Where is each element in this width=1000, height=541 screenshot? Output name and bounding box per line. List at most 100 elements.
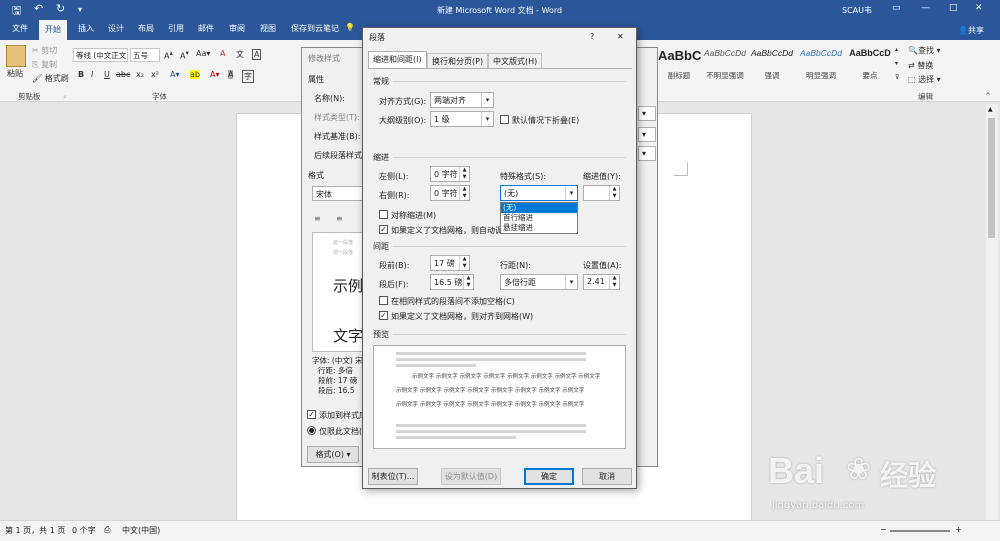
enclose-char-icon[interactable]: 字 <box>242 70 254 83</box>
change-case-icon[interactable]: Aa▾ <box>196 49 210 58</box>
style-emphasis[interactable]: AaBbCcDd 强调 <box>750 48 794 81</box>
style-based-select-arrow[interactable]: ▾ <box>638 127 656 142</box>
styles-down-icon[interactable]: ▾ <box>895 60 898 67</box>
superscript-icon[interactable]: x² <box>151 70 159 79</box>
tab-mailings[interactable]: 邮件 <box>198 23 214 34</box>
replace-button[interactable]: ⇄ 替换 <box>908 60 933 71</box>
ok-button[interactable]: 确定 <box>524 468 574 485</box>
language-indicator[interactable]: 中文(中国) <box>122 525 160 536</box>
at-input[interactable]: 2.41 ▲ ▼ <box>583 274 620 290</box>
left-indent-input[interactable]: 0 字符 ▲ ▼ <box>430 166 470 182</box>
scroll-thumb[interactable] <box>988 118 995 238</box>
zoom-out-icon[interactable]: − <box>880 525 887 534</box>
style-subtle-emphasis[interactable]: AaBbCcDd 不明显强调 <box>702 48 748 81</box>
copy-button[interactable]: ⎘ 复制 <box>32 59 57 70</box>
font-color-icon[interactable]: A▾ <box>210 70 220 79</box>
only-doc-radio[interactable] <box>307 426 316 435</box>
set-default-button[interactable]: 设为默认值(D) <box>441 468 501 485</box>
styles-up-icon[interactable]: ▴ <box>895 46 898 53</box>
tab-references[interactable]: 引用 <box>168 23 184 34</box>
page-count[interactable]: 第 1 页，共 1 页 <box>5 525 65 536</box>
cut-button[interactable]: ✂ 剪切 <box>32 45 57 56</box>
zoom-in-icon[interactable]: + <box>955 525 962 534</box>
redo-icon[interactable]: ↻ <box>56 2 65 15</box>
styles-more-icon[interactable]: ⊽ <box>895 74 899 81</box>
auto-adjust-indent-checkbox[interactable]: ✓ <box>379 225 388 234</box>
spinner-icon[interactable]: ▲ ▼ <box>609 186 619 200</box>
customize-icon[interactable]: ▾ <box>78 5 82 14</box>
font-select[interactable]: 宋体 <box>312 186 364 201</box>
special-indent-select[interactable]: (无) ▾ <box>500 185 578 201</box>
help-button[interactable]: ? <box>590 32 594 41</box>
highlight-icon[interactable]: ab <box>190 70 200 79</box>
maximize-icon[interactable]: □ <box>949 3 958 13</box>
shrink-font-icon[interactable]: A▾ <box>180 49 189 61</box>
italic-button[interactable]: I <box>91 70 93 79</box>
close-icon[interactable]: ✕ <box>975 3 983 13</box>
char-shading-icon[interactable]: A <box>228 70 234 79</box>
tab-indents-spacing[interactable]: 缩进和间距(I) <box>368 51 427 69</box>
word-count[interactable]: 0 个字 <box>72 525 96 536</box>
undo-icon[interactable]: ↶ <box>34 2 43 15</box>
special-indent-dropdown[interactable]: (无) 首行缩进 悬挂缩进 <box>500 202 578 234</box>
style-subtitle[interactable]: AaBbC 副标题 <box>658 48 701 81</box>
paste-icon[interactable] <box>6 45 26 67</box>
spinner-icon[interactable]: ▲ ▼ <box>463 275 473 289</box>
alignment-select[interactable]: 两端对齐 ▾ <box>430 92 494 108</box>
lightbulb-icon[interactable]: 💡 <box>345 23 355 32</box>
next-style-select-arrow[interactable]: ▾ <box>638 146 656 161</box>
format-painter-button[interactable]: 🖌 格式刷 <box>32 73 69 84</box>
phonetic-icon[interactable]: 文 <box>236 49 244 60</box>
underline-button[interactable]: U <box>104 70 110 79</box>
collapse-checkbox[interactable] <box>500 115 509 124</box>
align-left-icon[interactable]: ≡ <box>314 214 321 223</box>
no-space-checkbox[interactable] <box>379 296 388 305</box>
strikethrough-icon[interactable]: abc <box>116 70 130 79</box>
indent-by-input[interactable]: ▲ ▼ <box>583 185 620 201</box>
space-before-input[interactable]: 17 磅 ▲ ▼ <box>430 255 470 271</box>
grow-font-icon[interactable]: A▴ <box>164 49 173 61</box>
tab-review[interactable]: 审阅 <box>229 23 245 34</box>
right-indent-input[interactable]: 0 字符 ▲ ▼ <box>430 185 470 201</box>
select-button[interactable]: ⬚ 选择 ▾ <box>908 74 941 85</box>
tab-home[interactable]: 开始 <box>39 20 67 40</box>
snap-grid-checkbox[interactable]: ✓ <box>379 311 388 320</box>
bold-button[interactable]: B <box>78 70 84 79</box>
text-effects-icon[interactable]: A▾ <box>170 70 180 79</box>
save-icon[interactable]: 🖫 <box>12 2 21 21</box>
spinner-icon[interactable]: ▲ ▼ <box>459 186 469 200</box>
vertical-scrollbar[interactable]: ▲ <box>986 104 998 520</box>
tab-cloud-notes[interactable]: 保存到云笔记 <box>291 23 339 34</box>
close-button[interactable]: ✕ <box>617 32 624 41</box>
dropdown-option-first-line[interactable]: 首行缩进 <box>501 213 577 223</box>
dropdown-option-none[interactable]: (无) <box>501 203 577 213</box>
minimize-icon[interactable]: — <box>921 3 930 13</box>
tab-design[interactable]: 设计 <box>108 23 124 34</box>
space-after-input[interactable]: 16.5 磅 ▲ ▼ <box>430 274 474 290</box>
style-strong[interactable]: AaBbCcD 要点 <box>848 48 892 81</box>
align-center-icon[interactable]: ≡ <box>336 214 343 223</box>
char-border-icon[interactable]: A <box>252 49 262 60</box>
tab-layout[interactable]: 布局 <box>138 23 154 34</box>
font-size-select[interactable]: 五号 <box>130 48 160 62</box>
spinner-icon[interactable]: ▲ ▼ <box>459 167 469 181</box>
spinner-icon[interactable]: ▲ ▼ <box>459 256 469 270</box>
spinner-icon[interactable]: ▲ ▼ <box>609 275 619 289</box>
style-type-select-arrow[interactable]: ▾ <box>638 106 656 121</box>
share-button[interactable]: 👤共享 <box>958 25 984 36</box>
style-intense-emphasis[interactable]: AaBbCcDd 明显强调 <box>796 48 846 81</box>
format-button[interactable]: 格式(O) ▾ <box>307 446 359 463</box>
tabs-button[interactable]: 制表位(T)... <box>368 468 418 485</box>
clear-format-icon[interactable]: A <box>220 49 225 58</box>
tab-insert[interactable]: 插入 <box>78 23 94 34</box>
tab-line-page-breaks[interactable]: 换行和分页(P) <box>427 53 489 68</box>
dialog-launcher-icon[interactable]: ⌟ <box>63 92 66 99</box>
zoom-slider[interactable] <box>890 530 950 532</box>
line-spacing-select[interactable]: 多倍行距 ▾ <box>500 274 578 290</box>
add-gallery-checkbox[interactable]: ✓ <box>307 410 316 419</box>
dropdown-option-hanging[interactable]: 悬挂缩进 <box>501 223 577 233</box>
outline-level-select[interactable]: 1 级 ▾ <box>430 111 494 127</box>
user-name[interactable]: SCAU韦 <box>842 5 872 16</box>
scroll-up-icon[interactable]: ▲ <box>988 106 993 113</box>
collapse-ribbon-icon[interactable]: ^ <box>985 92 991 100</box>
